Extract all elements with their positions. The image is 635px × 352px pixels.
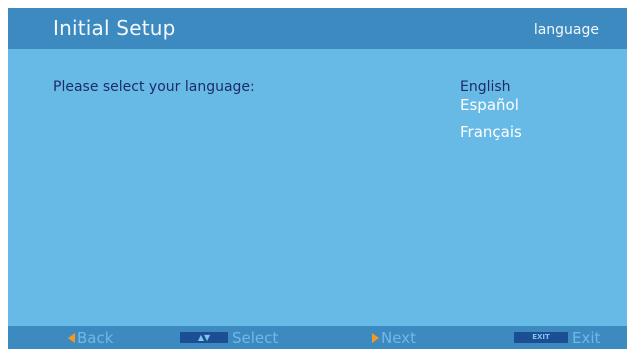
- back-label: Back: [77, 329, 114, 347]
- footer-bar: Back ▲▼ Select Next EXIT Exit: [8, 326, 627, 349]
- header-bar: Initial Setup language: [8, 8, 627, 49]
- exit-label: Exit: [572, 329, 601, 347]
- right-arrow-icon: [372, 333, 379, 343]
- language-option-espanol[interactable]: Español: [460, 96, 519, 114]
- select-button[interactable]: ▲▼ Select: [180, 329, 290, 347]
- page-title: Initial Setup: [53, 16, 176, 40]
- up-down-key-icon: ▲▼: [180, 332, 228, 343]
- next-button[interactable]: Next: [372, 329, 432, 347]
- section-label: language: [533, 22, 599, 38]
- select-label: Select: [232, 329, 279, 347]
- setup-screen: Initial Setup language Please select you…: [8, 8, 627, 349]
- back-button[interactable]: Back: [68, 329, 138, 347]
- next-label: Next: [381, 329, 416, 347]
- exit-button[interactable]: EXIT Exit: [514, 329, 614, 347]
- language-option-english[interactable]: English: [460, 79, 511, 95]
- language-prompt: Please select your language:: [53, 79, 255, 95]
- left-arrow-icon: [68, 333, 75, 343]
- exit-key-icon: EXIT: [514, 332, 568, 343]
- language-option-francais[interactable]: Français: [460, 123, 522, 141]
